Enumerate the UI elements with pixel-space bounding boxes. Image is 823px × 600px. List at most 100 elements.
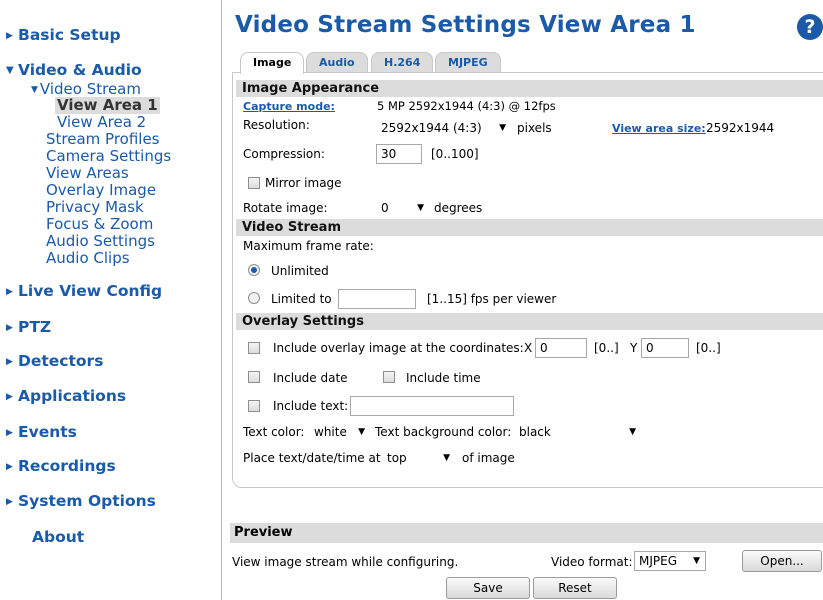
tab-h264[interactable]: H.264	[371, 52, 434, 72]
rotate-unit: degrees	[434, 201, 483, 215]
nav-recordings[interactable]: ▶ Recordings	[6, 457, 116, 475]
nav-audio-settings[interactable]: Audio Settings	[46, 233, 155, 250]
resolution-value: 2592x1944 (4:3)	[381, 121, 482, 135]
include-time-checkbox[interactable]	[383, 371, 395, 383]
text-color-label: Text color:	[243, 425, 305, 439]
nav-detectors[interactable]: ▶ Detectors	[6, 352, 103, 370]
dropdown-caret-icon: ▼	[417, 203, 424, 213]
reset-button[interactable]: Reset	[533, 577, 617, 599]
text-bg-select[interactable]: black ▼	[514, 422, 642, 442]
section-overlay-settings: Overlay Settings	[236, 313, 823, 330]
nav-events[interactable]: ▶ Events	[6, 423, 77, 441]
nav-camera-settings[interactable]: Camera Settings	[46, 148, 171, 165]
capture-mode-value: 5 MP 2592x1944 (4:3) @ 12fps	[377, 99, 556, 113]
include-overlay-checkbox[interactable]	[248, 342, 260, 354]
help-icon[interactable]: ?	[797, 14, 823, 40]
nav-audio-clips[interactable]: Audio Clips	[46, 250, 130, 267]
chevron-right-icon: ▶	[6, 462, 13, 472]
nav-label: About	[32, 528, 85, 546]
limited-range: [1..15] fps per viewer	[427, 292, 557, 306]
include-time-label: Include time	[406, 371, 481, 385]
unlimited-radio[interactable]	[248, 264, 260, 276]
mirror-image-label: Mirror image	[265, 176, 342, 190]
nav-label: Detectors	[18, 352, 104, 370]
max-frame-rate-label: Maximum frame rate:	[243, 239, 374, 253]
nav-label: Basic Setup	[18, 26, 121, 44]
place-label: Place text/date/time at	[243, 451, 381, 465]
include-text-input[interactable]	[350, 396, 514, 416]
nav-focus-zoom[interactable]: Focus & Zoom	[46, 216, 153, 233]
place-suffix: of image	[462, 451, 515, 465]
rotate-select[interactable]: 0 ▼	[376, 198, 430, 218]
rotate-value: 0	[381, 201, 389, 215]
limited-fps-input[interactable]	[338, 289, 416, 309]
limited-label: Limited to	[271, 292, 332, 306]
overlay-y-label: Y	[630, 341, 638, 355]
video-format-select[interactable]: MJPEG ▼	[634, 551, 706, 571]
compression-input[interactable]: 30	[376, 144, 422, 164]
video-format-label: Video format:	[551, 555, 633, 569]
include-text-checkbox[interactable]	[248, 400, 260, 412]
nav-label: Recordings	[18, 457, 116, 475]
compression-label: Compression:	[243, 147, 325, 161]
nav-label: Video & Audio	[18, 61, 142, 79]
nav-live-view-config[interactable]: ▶ Live View Config	[6, 282, 162, 300]
overlay-x-label: X	[524, 341, 533, 355]
chevron-right-icon: ▶	[6, 287, 13, 297]
tab-mjpeg[interactable]: MJPEG	[435, 52, 501, 72]
chevron-right-icon: ▶	[6, 31, 13, 41]
nav-view-area-1[interactable]: View Area 1	[55, 97, 160, 114]
view-area-size-value: 2592x1944	[706, 121, 775, 135]
nav-label: PTZ	[18, 318, 52, 336]
sidebar: ▶ Basic Setup ▼ Video & Audio ▼ Video Strea…	[0, 0, 222, 600]
nav-view-area-2[interactable]: View Area 2	[57, 114, 146, 131]
save-button[interactable]: Save	[446, 577, 530, 599]
capture-mode-link[interactable]: Capture mode:	[243, 100, 335, 113]
preview-description: View image stream while configuring.	[232, 555, 459, 569]
nav-label: Live View Config	[18, 282, 163, 300]
nav-stream-profiles[interactable]: Stream Profiles	[46, 131, 160, 148]
include-date-checkbox[interactable]	[248, 371, 260, 383]
include-date-label: Include date	[273, 371, 348, 385]
nav-privacy-mask[interactable]: Privacy Mask	[46, 199, 144, 216]
overlay-x-input[interactable]: 0	[535, 338, 587, 358]
dropdown-caret-icon: ▼	[629, 427, 636, 437]
overlay-y-range: [0..]	[696, 341, 721, 355]
unlimited-label: Unlimited	[271, 264, 329, 278]
nav-overlay-image[interactable]: Overlay Image	[46, 182, 156, 199]
nav-ptz[interactable]: ▶ PTZ	[6, 318, 51, 336]
mirror-image-checkbox[interactable]	[248, 177, 260, 189]
text-bg-label: Text background color:	[375, 425, 512, 439]
nav-applications[interactable]: ▶ Applications	[6, 387, 126, 405]
tab-image[interactable]: Image	[240, 52, 305, 74]
nav-about[interactable]: About	[6, 528, 84, 546]
tab-audio[interactable]: Audio	[306, 52, 368, 72]
section-video-stream: Video Stream	[236, 219, 823, 236]
chevron-down-icon: ▼	[6, 65, 14, 76]
chevron-right-icon: ▶	[6, 497, 13, 507]
nav-label: Applications	[18, 387, 127, 405]
place-value: top	[387, 451, 407, 465]
place-select[interactable]: top ▼	[382, 448, 456, 468]
chevron-right-icon: ▶	[6, 392, 13, 402]
text-color-value: white	[314, 425, 347, 439]
section-preview: Preview	[230, 523, 823, 543]
include-overlay-label: Include overlay image at the coordinates…	[273, 341, 524, 355]
nav-basic-setup[interactable]: ▶ Basic Setup	[6, 26, 121, 44]
resolution-label: Resolution:	[243, 118, 310, 132]
nav-video-audio[interactable]: ▼ Video & Audio	[6, 61, 142, 79]
resolution-select[interactable]: 2592x1944 (4:3) ▼	[376, 118, 512, 138]
dropdown-caret-icon: ▼	[358, 427, 365, 437]
nav-system-options[interactable]: ▶ System Options	[6, 492, 156, 510]
overlay-y-input[interactable]: 0	[641, 338, 689, 358]
view-area-size-link[interactable]: View area size:	[612, 122, 706, 135]
include-text-label: Include text:	[273, 399, 349, 413]
page-title: Video Stream Settings View Area 1	[235, 12, 696, 38]
text-color-select[interactable]: white ▼	[309, 422, 371, 442]
dropdown-caret-icon: ▼	[443, 453, 450, 463]
limited-radio[interactable]	[248, 292, 260, 304]
chevron-down-icon: ▼	[31, 85, 38, 95]
video-format-value: MJPEG	[639, 554, 678, 568]
open-button[interactable]: Open...	[742, 550, 822, 572]
nav-view-areas[interactable]: View Areas	[46, 165, 129, 182]
